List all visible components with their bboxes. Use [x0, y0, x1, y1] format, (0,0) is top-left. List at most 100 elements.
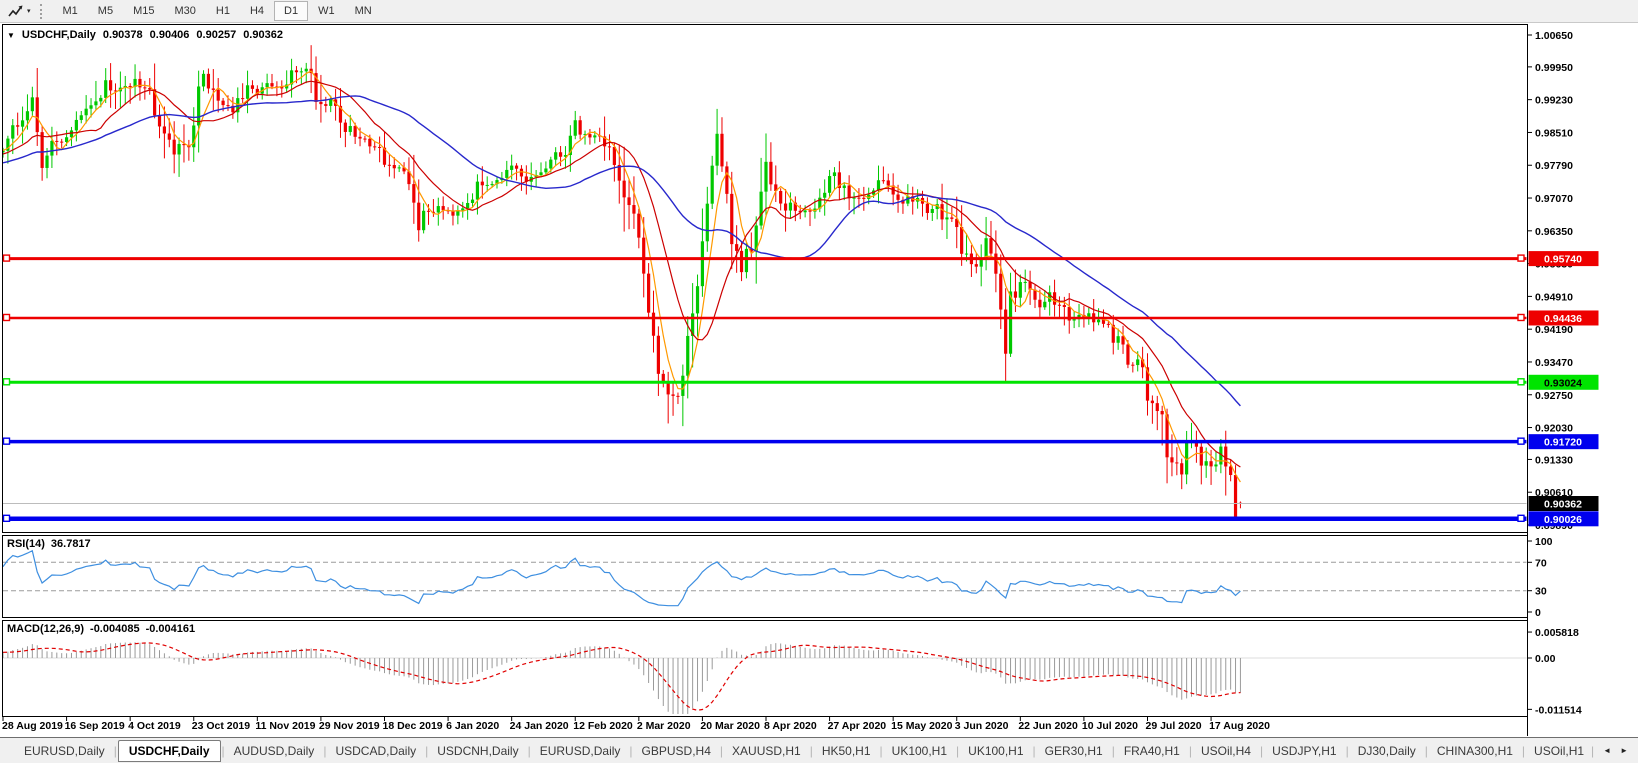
date-tick-label: 23 Oct 2019	[192, 720, 251, 732]
chart-tab-hk50-h1[interactable]: HK50,H1	[814, 741, 879, 761]
rsi-tick-label: 70	[1535, 557, 1547, 569]
tab-separator: |	[1522, 744, 1525, 758]
rsi-tick-label: 100	[1535, 536, 1553, 548]
date-tick-label: 10 Jul 2020	[1082, 720, 1138, 732]
macd-tick-label: 0.00	[1535, 653, 1556, 665]
timeframe-button-w1[interactable]: W1	[308, 1, 345, 21]
price-tick-label: 0.94910	[1535, 291, 1573, 303]
timeframe-buttons: M1M5M15M30H1H4D1W1MN	[53, 1, 382, 21]
chart-title: ▼ USDCHF,Daily 0.90378 0.90406 0.90257 0…	[7, 29, 283, 41]
price-tick-label: 0.94190	[1535, 324, 1573, 336]
chart-symbol-period: USDCHF,Daily	[22, 29, 96, 41]
tab-separator: |	[1260, 744, 1263, 758]
date-tick-label: 2 Mar 2020	[637, 720, 691, 732]
svg-text:0.90026: 0.90026	[1544, 514, 1582, 526]
price-tick-label: 1.00650	[1535, 30, 1573, 42]
chart-cursor-tool[interactable]: ▾	[4, 3, 34, 19]
chart-tab-uk100-h1[interactable]: UK100,H1	[960, 741, 1031, 761]
timeframe-button-mn[interactable]: MN	[345, 1, 382, 21]
price-tick-label: 0.92750	[1535, 390, 1573, 402]
chart-tab-usdchf-daily[interactable]: USDCHF,Daily	[118, 740, 221, 762]
chart-tab-xauusd-h1[interactable]: XAUUSD,H1	[724, 741, 809, 761]
tab-separator: |	[720, 744, 723, 758]
tab-separator: |	[956, 744, 959, 758]
chart-tab-usdjpy-h1[interactable]: USDJPY,H1	[1264, 741, 1344, 761]
date-tick-label: 28 Aug 2019	[2, 720, 63, 732]
macd-tick-label: 0.005818	[1535, 627, 1579, 639]
tab-separator: |	[1112, 744, 1115, 758]
chart-tab-dj30-daily[interactable]: DJ30,Daily	[1350, 741, 1424, 761]
tabs-scroll-left-icon[interactable]: ◄	[1603, 746, 1611, 755]
tab-separator: |	[880, 744, 883, 758]
tab-separator: |	[1033, 744, 1036, 758]
quote-high: 0.90406	[150, 29, 190, 41]
tabs-scroll-right-icon[interactable]: ►	[1620, 746, 1628, 755]
rsi-indicator-label: RSI(14) 36.7817	[7, 538, 91, 550]
quote-low: 0.90257	[196, 29, 236, 41]
date-tick-label: 11 Nov 2019	[255, 720, 315, 732]
trading-platform-window: ▾ M1M5M15M30H1H4D1W1MN 1.006500.999500.9…	[0, 0, 1638, 763]
date-tick-label: 3 Jun 2020	[955, 720, 1009, 732]
date-tick-label: 24 Jan 2020	[510, 720, 569, 732]
chevron-down-icon[interactable]: ▾	[27, 7, 31, 15]
collapse-chart-icon[interactable]: ▼	[7, 31, 15, 40]
price-tick-label: 0.96350	[1535, 226, 1573, 238]
chart-tab-eurusd-daily[interactable]: EURUSD,Daily	[532, 741, 629, 761]
timeframe-button-h4[interactable]: H4	[240, 1, 274, 21]
date-tick-label: 29 Nov 2019	[319, 720, 380, 732]
level-price-badge: 0.95740	[1529, 251, 1599, 266]
quote-open: 0.90378	[103, 29, 143, 41]
level-price-badge: 0.91720	[1529, 434, 1599, 449]
timeframe-button-m30[interactable]: M30	[164, 1, 205, 21]
date-tick-label: 8 Apr 2020	[764, 720, 817, 732]
chart-tab-eurusd-daily[interactable]: EURUSD,Daily	[16, 741, 113, 761]
top-toolbar: ▾ M1M5M15M30H1H4D1W1MN	[0, 0, 1638, 23]
price-tick-label: 0.98510	[1535, 127, 1573, 139]
macd-main-value: -0.004085	[90, 623, 140, 635]
svg-text:0.95740: 0.95740	[1544, 254, 1582, 266]
chart-tab-usoil-h1[interactable]: USOil,H1	[1526, 741, 1585, 761]
timeframe-button-d1[interactable]: D1	[274, 1, 308, 21]
chart-canvas[interactable]: 1.006500.999500.992300.985100.977900.970…	[0, 23, 1638, 737]
price-tick-label: 0.92030	[1535, 423, 1573, 435]
rsi-value: 36.7817	[51, 538, 91, 550]
macd-signal-value: -0.004161	[146, 623, 196, 635]
svg-text:0.91720: 0.91720	[1544, 437, 1582, 449]
tab-separator: |	[222, 744, 225, 758]
level-price-badge: 0.93024	[1529, 375, 1599, 390]
symbol-tabs: EURUSD,Daily|USDCHF,Daily|AUDUSD,Daily|U…	[16, 738, 1585, 763]
chart-tab-usoil-h4[interactable]: USOil,H4	[1193, 741, 1259, 761]
date-tick-label: 27 Apr 2020	[828, 720, 887, 732]
svg-text:0.93024: 0.93024	[1544, 377, 1582, 389]
timeframe-button-m15[interactable]: M15	[123, 1, 164, 21]
macd-name: MACD(12,26,9)	[7, 623, 84, 635]
chart-tab-usdcad-daily[interactable]: USDCAD,Daily	[327, 741, 424, 761]
level-price-badge: 0.90026	[1529, 511, 1599, 526]
chart-tab-usdcnh-daily[interactable]: USDCNH,Daily	[429, 741, 526, 761]
date-tick-label: 29 Jul 2020	[1145, 720, 1201, 732]
tab-separator: |	[1591, 744, 1594, 758]
price-tick-label: 0.91330	[1535, 454, 1573, 466]
date-tick-label: 12 Feb 2020	[573, 720, 633, 732]
macd-tick-label: -0.011514	[1535, 704, 1582, 716]
tab-separator: |	[425, 744, 428, 758]
date-tick-label: 22 Jun 2020	[1018, 720, 1078, 732]
timeframe-button-h1[interactable]: H1	[206, 1, 240, 21]
level-price-badge: 0.94436	[1529, 310, 1599, 325]
chart-tab-fra40-h1[interactable]: FRA40,H1	[1116, 741, 1188, 761]
date-tick-label: 4 Oct 2019	[128, 720, 181, 732]
chart-tab-audusd-daily[interactable]: AUDUSD,Daily	[226, 741, 323, 761]
rsi-name: RSI(14)	[7, 538, 45, 550]
date-tick-label: 20 Mar 2020	[700, 720, 760, 732]
chart-tab-uk100-h1[interactable]: UK100,H1	[884, 741, 955, 761]
rsi-tick-label: 0	[1535, 607, 1541, 619]
tab-separator: |	[629, 744, 632, 758]
rsi-tick-label: 30	[1535, 586, 1547, 598]
timeframe-button-m5[interactable]: M5	[88, 1, 123, 21]
toolbar-grip[interactable]	[40, 4, 45, 19]
chart-tab-ger30-h1[interactable]: GER30,H1	[1037, 741, 1111, 761]
chart-tab-china300-h1[interactable]: CHINA300,H1	[1429, 741, 1521, 761]
quote-close: 0.90362	[243, 29, 283, 41]
timeframe-button-m1[interactable]: M1	[53, 1, 88, 21]
chart-tab-gbpusd-h4[interactable]: GBPUSD,H4	[634, 741, 719, 761]
